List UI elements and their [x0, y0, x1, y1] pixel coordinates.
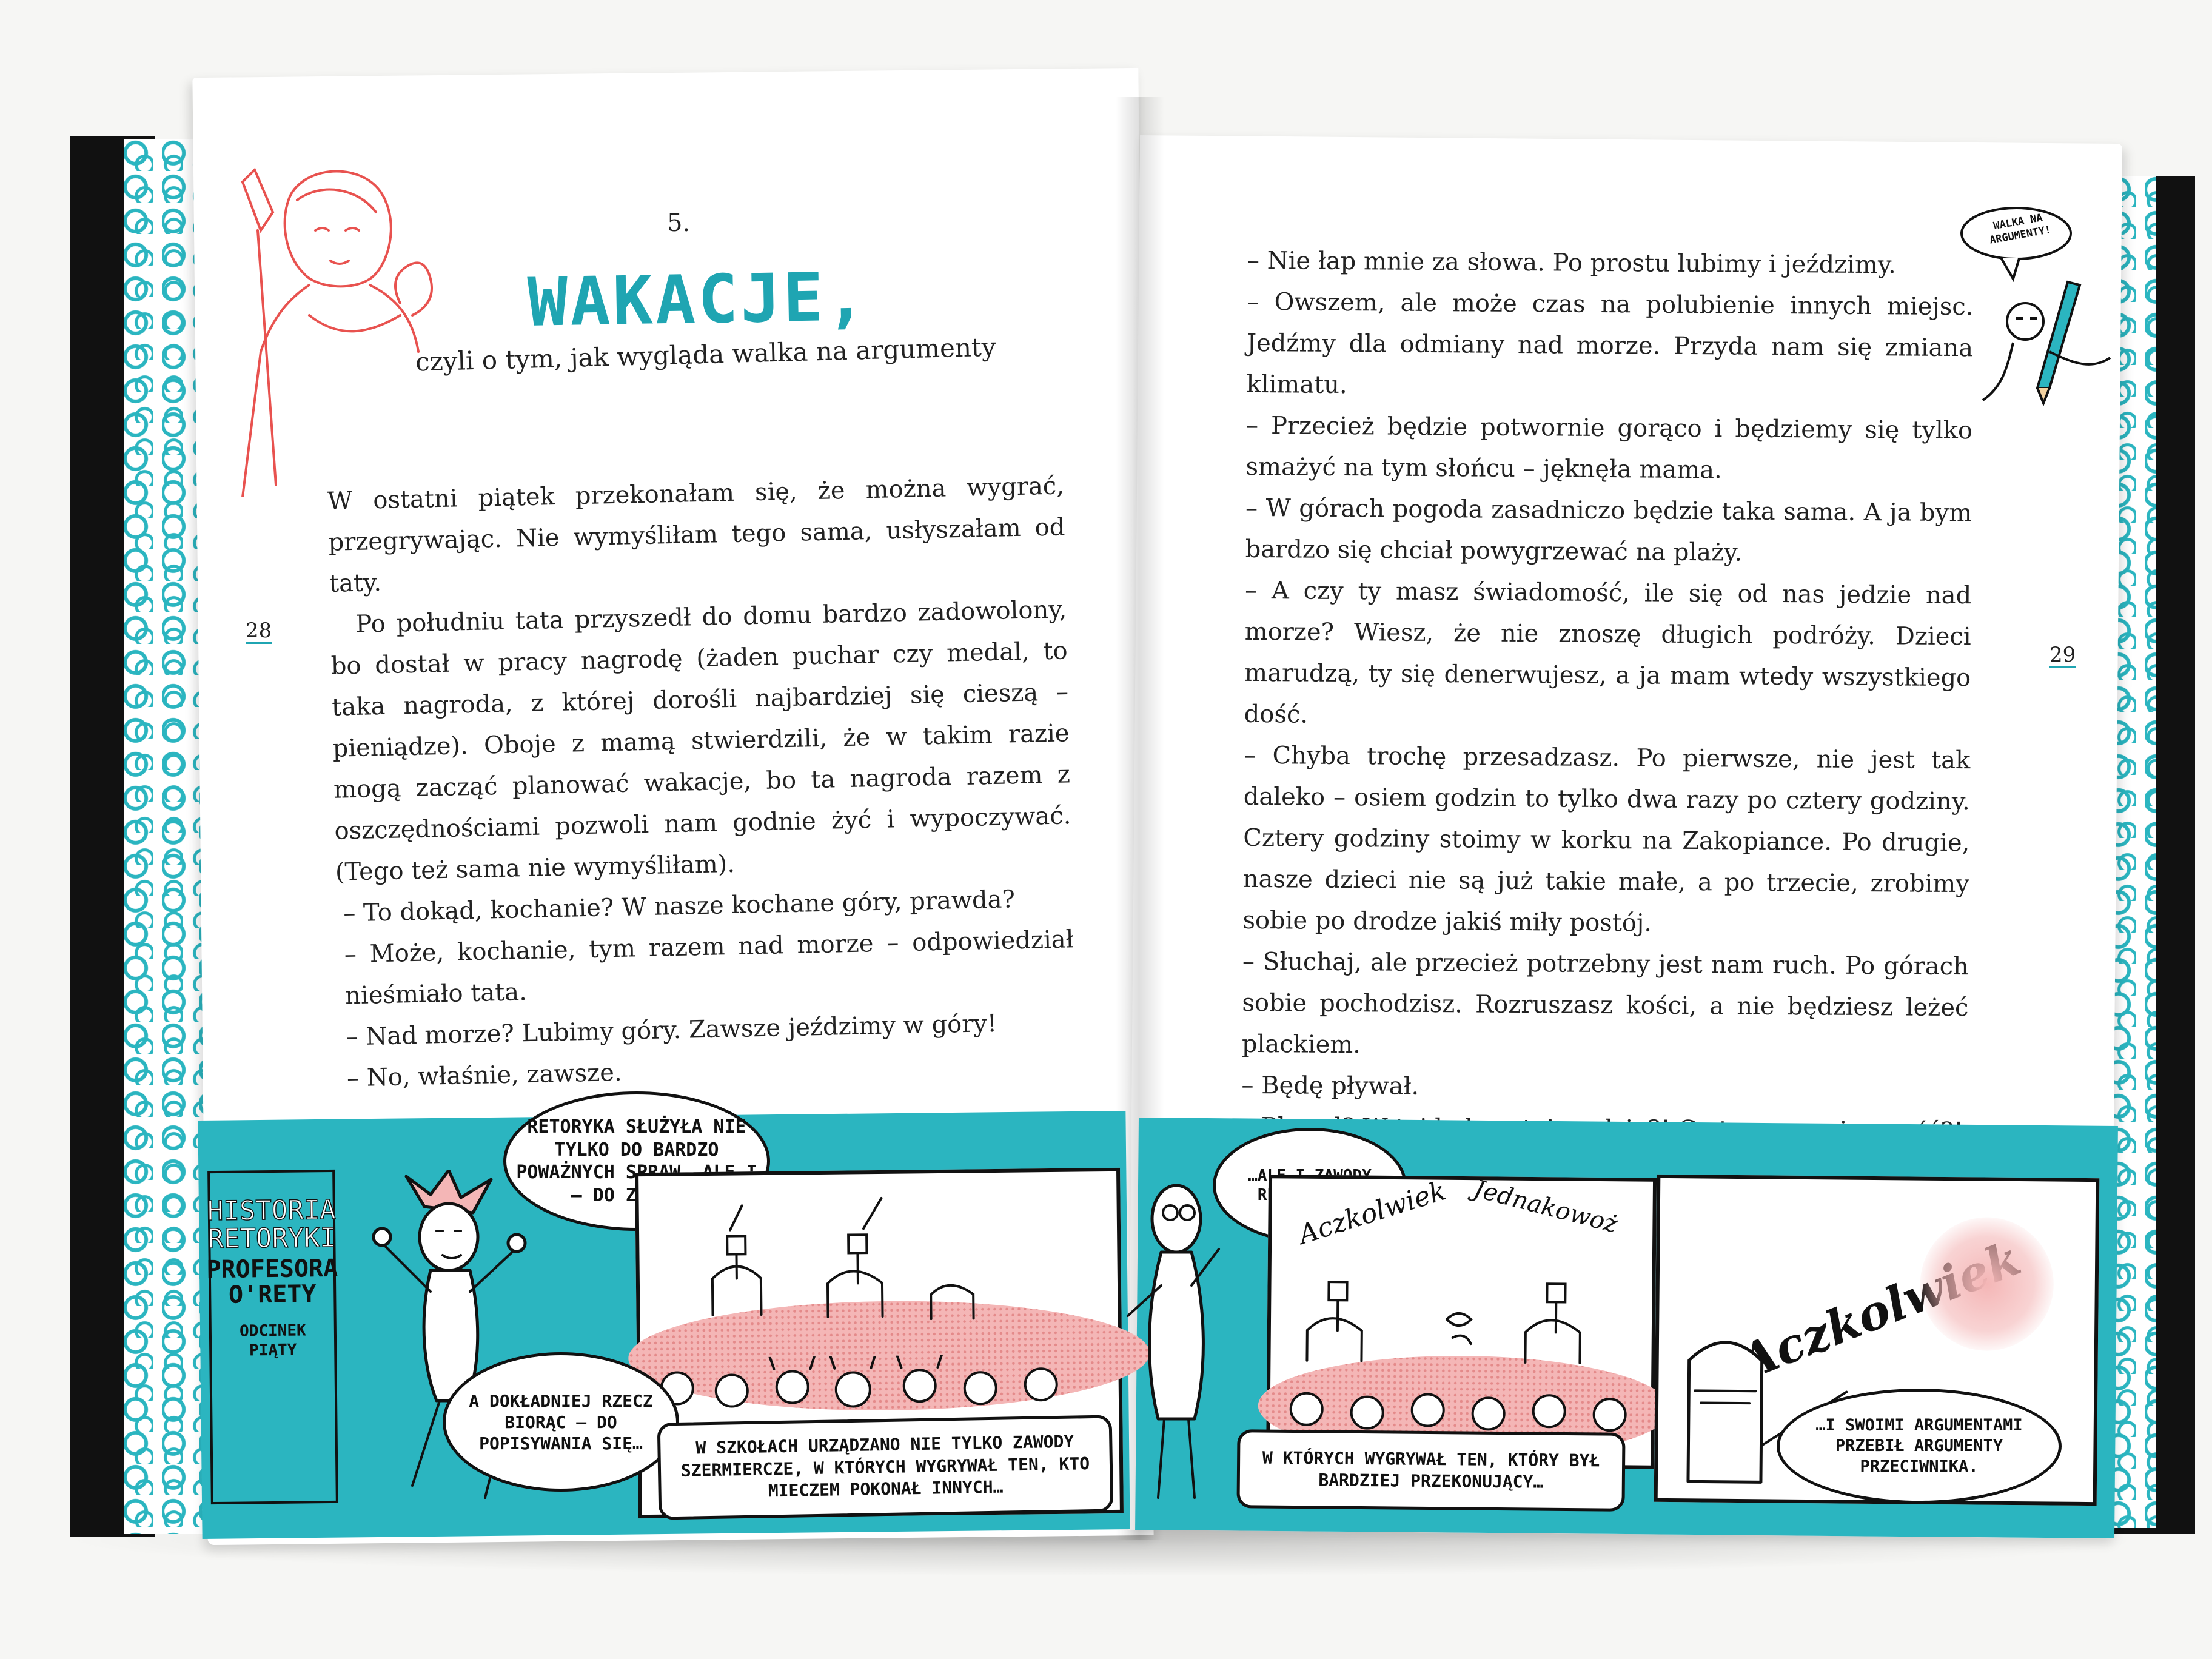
comic-caption-1: W SZKOŁACH URZĄDZANO NIE TYLKO ZAWODY SZ… [657, 1415, 1114, 1520]
jousting-knights [711, 1196, 975, 1321]
impact-burst [1919, 1216, 2054, 1352]
paragraph: – Nie łap mnie za słowa. Po prostu lubim… [1247, 246, 1897, 280]
plaque-episode: ODCINEK PIĄTY [239, 1321, 306, 1359]
comic-caption-2: W KTÓRYCH WYGRYWAŁ TEN, KTÓRY BYŁ BARDZI… [1236, 1429, 1626, 1512]
page-number-right: 29 [2049, 643, 2076, 667]
chapter-title: WAKACJE, [526, 258, 869, 341]
paragraph: – A czy ty masz świadomość, ile się od n… [1244, 576, 1972, 729]
paragraph: – Słuchaj, ale przecież potrzebny jest n… [1241, 947, 1969, 1059]
paragraph: – Będę pływał. [1241, 1071, 1419, 1101]
right-page-text: – Nie łap mnie za słowa. Po prostu lubim… [1234, 240, 1974, 1152]
plaque-author: PROFESORA O'RETY [206, 1255, 338, 1310]
paragraph: – Chyba trochę przesadzasz. Po pierwsze,… [1242, 741, 1971, 937]
paragraph: – Przecież będzie potwornie gorąco i będ… [1245, 411, 1973, 484]
left-page-text: W ostatni piątek przekonałam się, że moż… [327, 465, 1076, 1099]
speech-bubble-4: …I SWOIMI ARGUMENTAMI PRZEBIŁ ARGUMENTY … [1777, 1389, 2062, 1504]
paragraph: – W górach pogoda zasadniczo będzie taka… [1245, 494, 1972, 567]
paragraph: Po południu tata przyszedł do domu bardz… [330, 595, 1071, 886]
plaque-title: HISTORIA RETORYKI [207, 1194, 337, 1255]
contest-knights [1305, 1281, 1581, 1364]
page-number-left: 28 [246, 618, 272, 643]
professor-figure [1127, 1184, 1220, 1499]
paragraph: W ostatni piątek przekonałam się, że moż… [327, 472, 1065, 598]
paragraph: – Może, kochanie, tym razem nad morze – … [344, 925, 1074, 1010]
history-plaque: HISTORIA RETORYKI PROFESORA O'RETY ODCIN… [206, 1169, 338, 1505]
paragraph: – Owszem, ale może czas na polubienie in… [1246, 287, 1974, 400]
speech-bubble-2: A DOKŁADNIEJ RZECZ BIORĄC – DO POPISYWAN… [443, 1352, 679, 1492]
calligraphy-word: Aczkolwiek [1295, 1175, 1450, 1251]
comic-panel-rhetoric: Aczkolwiek Jednakowoż [1258, 1175, 1671, 1469]
calligraphy-word: Jednakowoż [1470, 1175, 1621, 1239]
chapter-number: 5. [667, 209, 691, 237]
girl-sketch-illustration [241, 167, 433, 497]
